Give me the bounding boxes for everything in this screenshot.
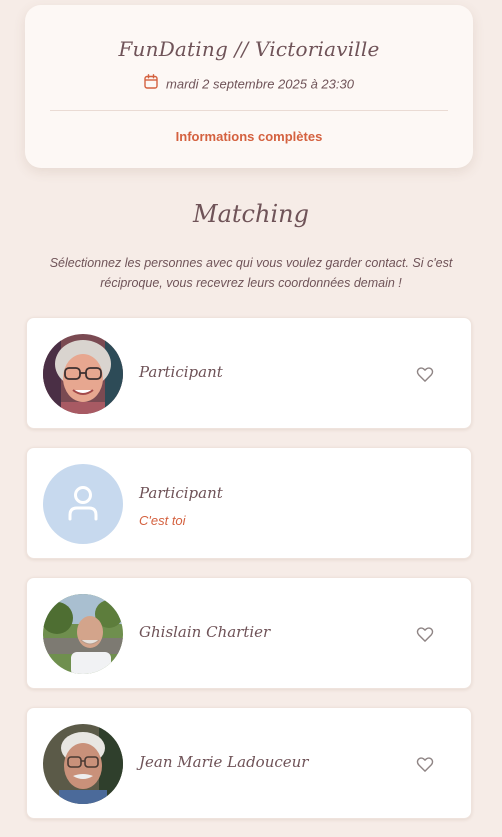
person-card: Jean Marie Ladouceur bbox=[26, 707, 472, 819]
avatar bbox=[43, 464, 123, 544]
like-button[interactable] bbox=[415, 364, 435, 384]
person-name: Jean Marie Ladouceur bbox=[139, 753, 309, 771]
matching-instructions: Sélectionnez les personnes avec qui vous… bbox=[49, 256, 453, 290]
photo-woman-glasses bbox=[43, 334, 123, 414]
person-name: Ghislain Chartier bbox=[139, 623, 271, 641]
like-button[interactable] bbox=[415, 624, 435, 644]
person-card: Participant bbox=[26, 317, 472, 429]
user-placeholder-icon bbox=[68, 486, 98, 521]
heart-icon bbox=[416, 367, 434, 382]
event-title: FunDating // Victoriaville bbox=[118, 37, 380, 61]
you-label: C'est toi bbox=[139, 513, 186, 528]
full-info-link[interactable]: Informations complètes bbox=[25, 129, 473, 144]
event-card: FunDating // Victoriaville mardi 2 septe… bbox=[25, 5, 473, 168]
matching-title: Matching bbox=[193, 200, 309, 228]
event-date-row: mardi 2 septembre 2025 à 23:30 bbox=[25, 74, 473, 94]
event-date: mardi 2 septembre 2025 à 23:30 bbox=[166, 76, 354, 92]
calendar-icon bbox=[144, 74, 158, 92]
photo-man-outdoors bbox=[43, 594, 123, 674]
photo-man-glasses bbox=[43, 724, 123, 804]
heart-icon bbox=[416, 627, 434, 642]
person-name: Participant bbox=[139, 363, 223, 381]
like-button[interactable] bbox=[415, 754, 435, 774]
person-card-self: Participant C'est toi bbox=[26, 447, 472, 559]
avatar bbox=[43, 724, 123, 804]
person-name: Participant bbox=[139, 484, 223, 502]
heart-icon bbox=[416, 757, 434, 772]
divider bbox=[50, 110, 448, 111]
person-card: Ghislain Chartier bbox=[26, 577, 472, 689]
avatar bbox=[43, 334, 123, 414]
avatar bbox=[43, 594, 123, 674]
